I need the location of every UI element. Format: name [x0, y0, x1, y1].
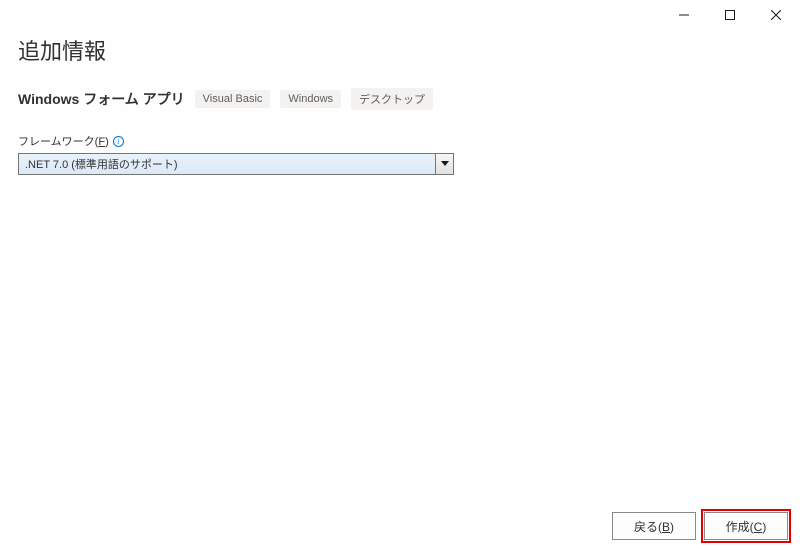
- framework-label-text: フレームワーク(F): [18, 133, 109, 149]
- info-icon[interactable]: i: [113, 136, 124, 147]
- page-title: 追加情報: [18, 34, 782, 66]
- framework-dropdown[interactable]: .NET 7.0 (標準用語のサポート): [18, 153, 454, 175]
- create-button[interactable]: 作成(C): [704, 512, 788, 540]
- back-button-label: 戻る(B): [634, 518, 674, 535]
- chevron-down-icon: [441, 161, 449, 167]
- close-button[interactable]: [753, 1, 798, 29]
- project-name: Windows フォーム アプリ: [18, 89, 185, 109]
- project-summary: Windows フォーム アプリ Visual Basic Windows デス…: [18, 88, 782, 110]
- dropdown-toggle[interactable]: [435, 154, 453, 174]
- framework-label: フレームワーク(F) i: [18, 133, 124, 149]
- back-button[interactable]: 戻る(B): [612, 512, 696, 540]
- dialog-content: 追加情報 Windows フォーム アプリ Visual Basic Windo…: [0, 30, 800, 175]
- create-button-label: 作成(C): [726, 518, 767, 535]
- framework-selected-value: .NET 7.0 (標準用語のサポート): [19, 154, 435, 174]
- tag-platform: Windows: [280, 90, 341, 108]
- minimize-button[interactable]: [661, 1, 706, 29]
- close-icon: [771, 10, 781, 20]
- window-titlebar: [0, 0, 800, 30]
- dialog-footer: 戻る(B) 作成(C): [612, 512, 788, 540]
- tag-type: デスクトップ: [351, 88, 433, 110]
- maximize-icon: [725, 10, 735, 20]
- minimize-icon: [679, 10, 689, 20]
- tag-language: Visual Basic: [195, 90, 271, 108]
- maximize-button[interactable]: [707, 1, 752, 29]
